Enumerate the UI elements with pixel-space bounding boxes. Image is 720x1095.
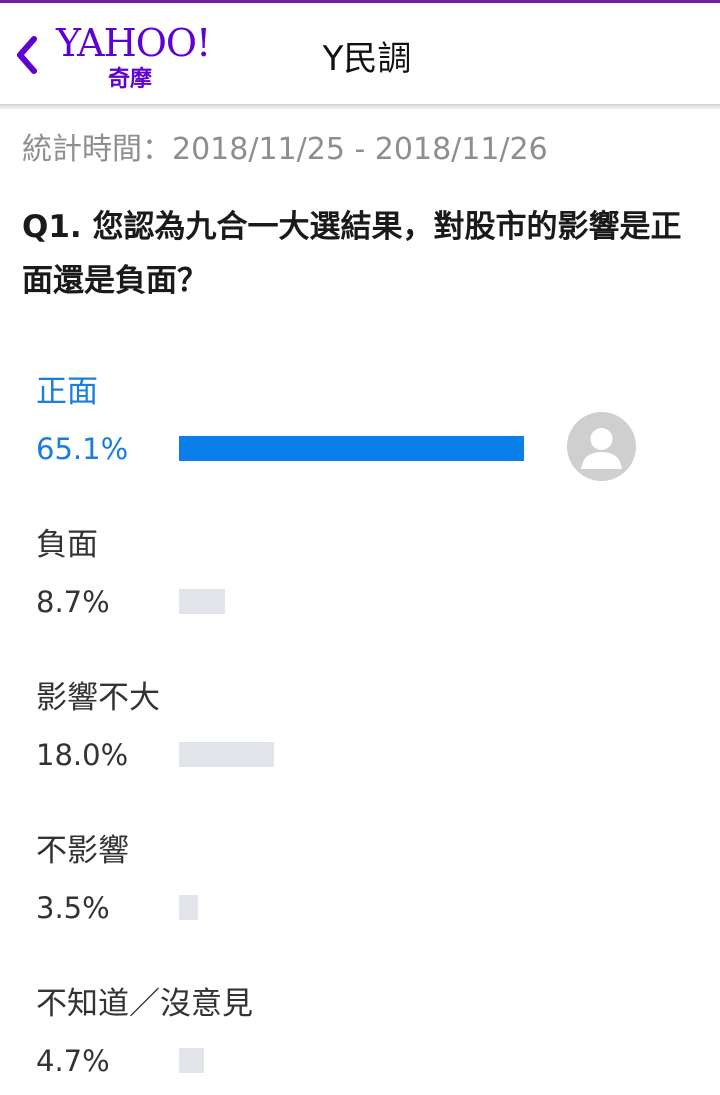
stats-period: 統計時間：2018/11/25 - 2018/11/26	[22, 132, 548, 167]
poll-question: Q1. 您認為九合一大選結果，對股市的影響是正面還是負面？	[22, 209, 682, 299]
option-result-bar	[179, 742, 274, 767]
option-percent: 18.0%	[36, 738, 129, 772]
option-percent: 3.5%	[36, 891, 110, 925]
header-shadow	[0, 104, 720, 110]
option-label: 不知道／沒意見	[36, 986, 253, 1022]
option-result-bar	[179, 589, 225, 614]
app-header: YAHOO! 奇摩 Y民調	[0, 3, 720, 104]
person-silhouette-icon	[581, 428, 622, 469]
page-title: Y民調	[322, 39, 412, 79]
option-result-bar	[179, 436, 524, 461]
option-label: 不影響	[36, 833, 129, 869]
user-avatar-icon	[567, 412, 636, 481]
option-result-bar	[179, 1048, 204, 1073]
option-percent: 65.1%	[36, 432, 129, 466]
option-label: 正面	[36, 374, 98, 410]
option-label: 負面	[36, 527, 98, 563]
option-result-bar	[179, 895, 198, 920]
option-label: 影響不大	[36, 680, 160, 716]
option-percent: 8.7%	[36, 585, 110, 619]
option-percent: 4.7%	[36, 1044, 110, 1078]
